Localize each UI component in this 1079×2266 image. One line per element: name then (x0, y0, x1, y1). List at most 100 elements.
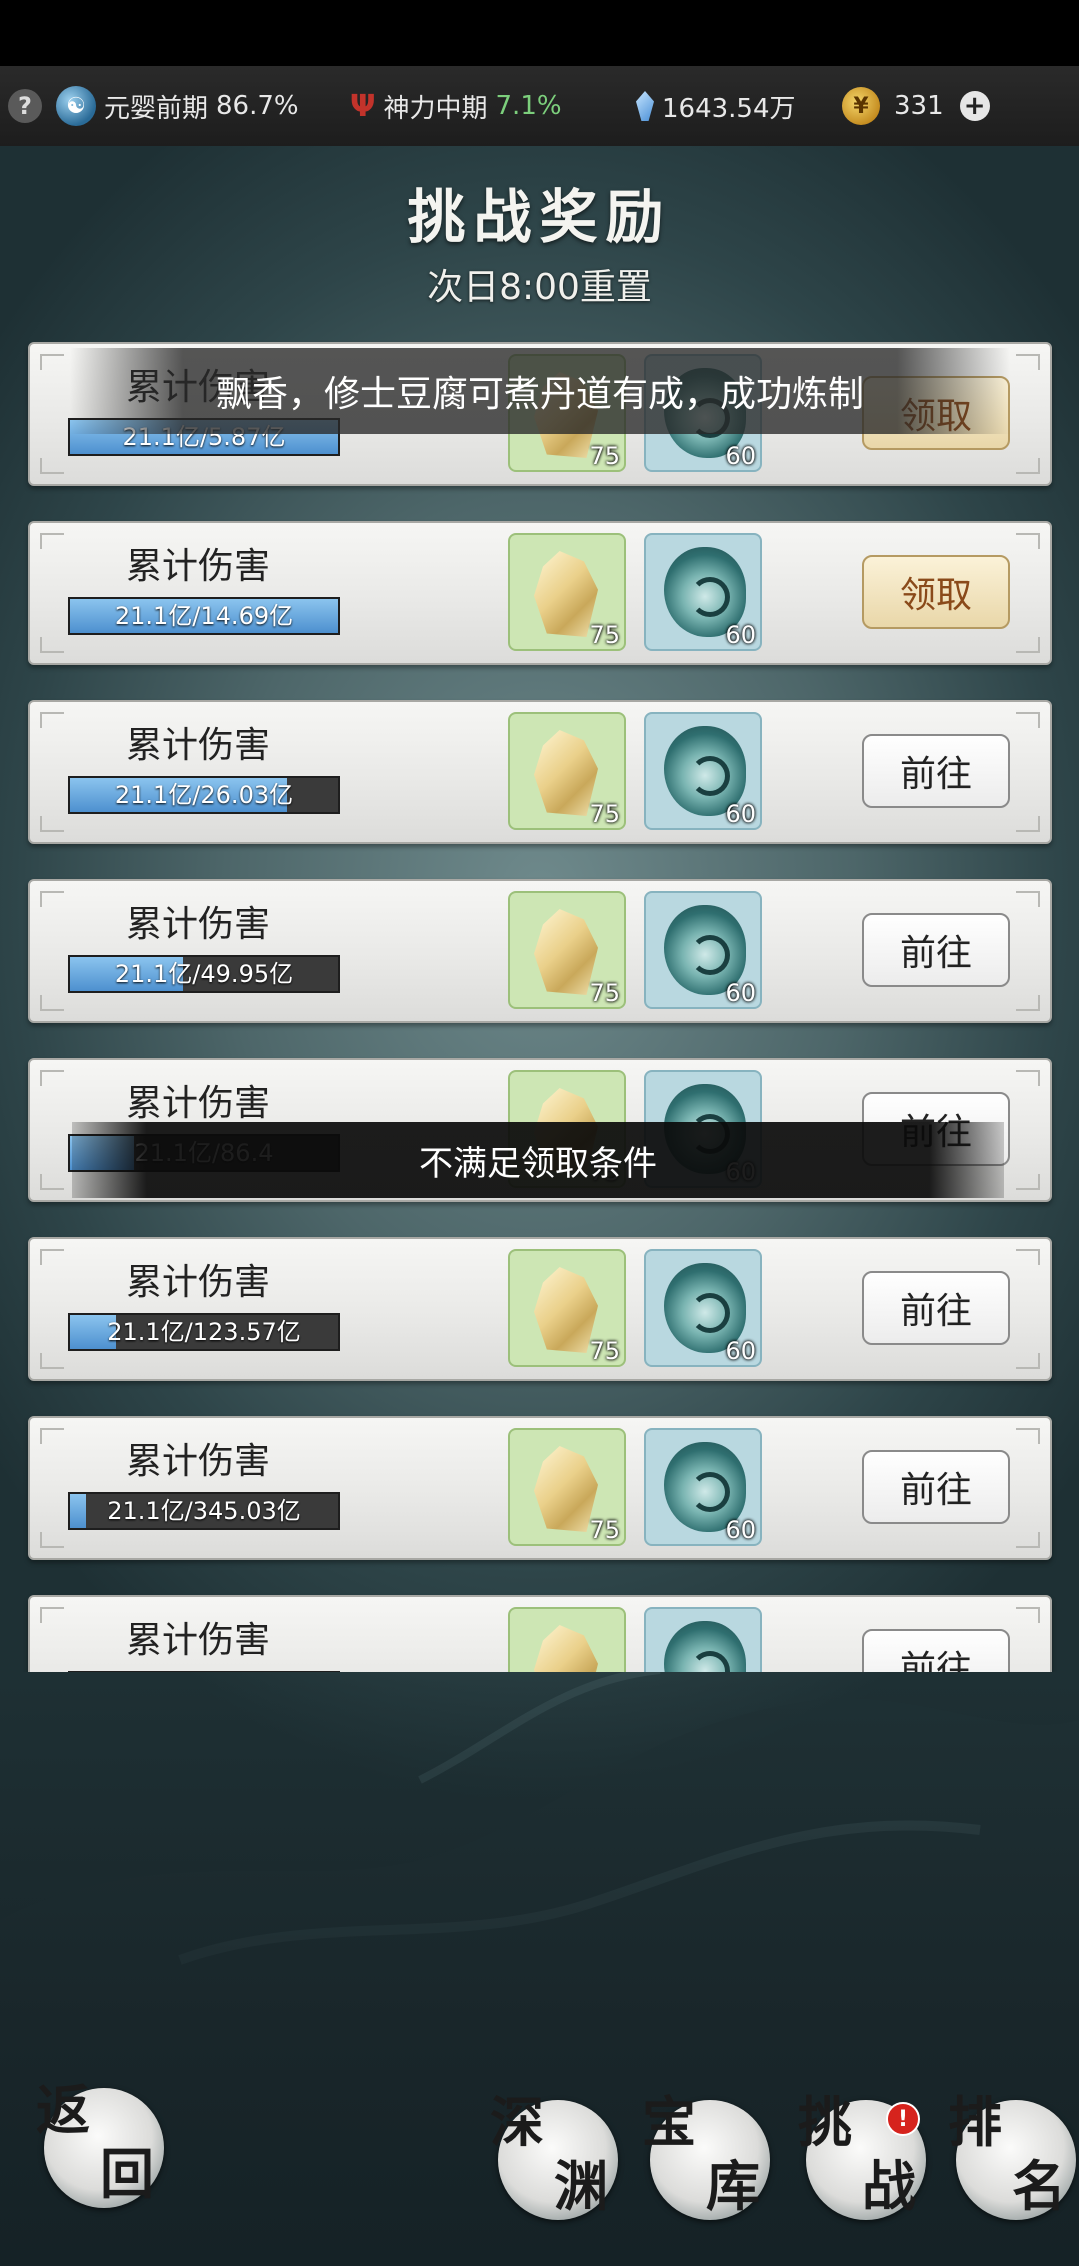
trident-icon: Ψ (350, 88, 376, 124)
spirit-stone-counter[interactable]: 1643.54万 (636, 86, 796, 126)
reward-row: 累计伤害 21.1亿/49.95亿 75 60 前往 (28, 879, 1052, 1023)
treasury-nav-button[interactable]: 宝 库 (642, 2090, 770, 2220)
reward-slot-crystal[interactable]: 75 (508, 533, 626, 651)
corner-ornament (40, 712, 64, 728)
jade-swirl-icon (664, 1621, 746, 1672)
damage-progress-bar (68, 1671, 340, 1672)
corner-ornament (1016, 712, 1040, 728)
abyss-nav-button[interactable]: 深 渊 (490, 2090, 618, 2220)
corner-ornament (1016, 891, 1040, 907)
reward-count: 75 (589, 621, 620, 649)
corner-ornament (40, 533, 64, 549)
corner-ornament (1016, 995, 1040, 1011)
reward-row: 累计伤害 21.1亿/14.69亿 75 60 领取 (28, 521, 1052, 665)
goto-button[interactable]: 前往 (862, 1271, 1010, 1345)
resource-bar: ? ☯ 元婴前期 86.7% Ψ 神力中期 7.1% 1643.54万 ¥ 33… (0, 66, 1079, 146)
damage-progress-bar: 21.1亿/345.03亿 (68, 1492, 340, 1530)
reward-slot-swirl[interactable]: 60 (644, 1428, 762, 1546)
reset-time-subtitle: 次日8:00重置 (427, 267, 652, 308)
corner-ornament (1016, 1070, 1040, 1086)
corner-ornament (1016, 533, 1040, 549)
gold-crystal-icon (534, 1625, 598, 1672)
corner-ornament (40, 1174, 64, 1190)
reward-count: 75 (589, 1516, 620, 1544)
reward-slot-crystal[interactable]: 75 (508, 1249, 626, 1367)
row-label: 累计伤害 (126, 1441, 271, 1482)
reward-slot-swirl[interactable]: 60 (644, 1249, 762, 1367)
damage-progress-bar: 21.1亿/26.03亿 (68, 776, 340, 814)
corner-ornament (1016, 1532, 1040, 1548)
divine-indicator[interactable]: Ψ 神力中期 7.1% (350, 86, 562, 126)
corner-ornament (1016, 1428, 1040, 1444)
crystal-icon (636, 91, 654, 121)
row-label: 累计伤害 (126, 904, 271, 945)
goto-button[interactable]: 前往 (862, 1450, 1010, 1524)
corner-ornament (40, 1353, 64, 1369)
corner-ornament (1016, 1607, 1040, 1623)
reward-row: 累计伤害 21.1亿/123.57亿 75 60 前往 (28, 1237, 1052, 1381)
reward-count: 75 (589, 800, 620, 828)
reward-count: 75 (589, 442, 620, 470)
row-label: 累计伤害 (126, 725, 271, 766)
goto-button[interactable]: 前往 (862, 913, 1010, 987)
gold-value: 331 (894, 91, 944, 121)
corner-ornament (1016, 637, 1040, 653)
corner-ornament (40, 995, 64, 1011)
progress-text: 21.1亿/26.03亿 (114, 781, 294, 809)
reward-count: 60 (725, 442, 756, 470)
damage-progress-bar: 21.1亿/14.69亿 (68, 597, 340, 635)
corner-ornament (40, 637, 64, 653)
corner-ornament (40, 1532, 64, 1548)
claim-button[interactable]: 领取 (862, 555, 1010, 629)
reward-slot-crystal[interactable]: 75 (508, 712, 626, 830)
realm-label: 元婴前期 (104, 93, 209, 124)
row-label: 累计伤害 (126, 1083, 271, 1124)
reward-slot-swirl[interactable] (644, 1607, 762, 1672)
reward-row: 累计伤害 前往 (28, 1595, 1052, 1672)
realm-percent: 86.7% (216, 91, 299, 121)
goto-button[interactable]: 前往 (862, 734, 1010, 808)
realm-indicator[interactable]: ☯ 元婴前期 86.7% (56, 86, 299, 126)
damage-progress-bar: 21.1亿/49.95亿 (68, 955, 340, 993)
ranking-nav-button[interactable]: 排 名 (948, 2090, 1076, 2220)
row-label: 累计伤害 (126, 1620, 271, 1661)
reward-row: 累计伤害 21.1亿/345.03亿 75 60 前往 (28, 1416, 1052, 1560)
divine-label: 神力中期 (383, 93, 488, 124)
condition-not-met-toast: 不满足领取条件 (72, 1122, 1004, 1198)
back-button[interactable]: 返 回 (36, 2078, 164, 2208)
reward-count: 60 (725, 800, 756, 828)
reward-list[interactable]: 累计伤害21.1亿/5.87亿7560领取累计伤害21.1亿/14.69亿756… (0, 330, 1079, 1672)
reward-count: 60 (725, 1337, 756, 1365)
corner-ornament (40, 354, 64, 370)
corner-ornament (40, 891, 64, 907)
reward-count: 75 (589, 1337, 620, 1365)
add-gold-plus-icon[interactable]: + (959, 91, 990, 121)
progress-text: 21.1亿/14.69亿 (114, 602, 294, 630)
corner-ornament (1016, 1249, 1040, 1265)
yinyang-icon: ☯ (56, 86, 96, 126)
reward-count: 75 (589, 979, 620, 1007)
reward-slot-swirl[interactable]: 60 (644, 712, 762, 830)
corner-ornament (40, 816, 64, 832)
reward-slot-crystal[interactable] (508, 1607, 626, 1672)
goto-button[interactable]: 前往 (862, 1629, 1010, 1672)
corner-ornament (40, 1428, 64, 1444)
gold-counter[interactable]: ¥ 331 + (842, 86, 990, 126)
reward-slot-swirl[interactable]: 60 (644, 891, 762, 1009)
reward-slot-swirl[interactable]: 60 (644, 533, 762, 651)
reward-count: 60 (725, 621, 756, 649)
scrolling-notice-toast: 飘香，修士豆腐可煮丹道有成，成功炼制 (70, 348, 1010, 434)
reward-slot-crystal[interactable]: 75 (508, 891, 626, 1009)
progress-text: 21.1亿/123.57亿 (107, 1318, 301, 1346)
progress-text: 21.1亿/49.95亿 (114, 960, 294, 988)
reward-slot-crystal[interactable]: 75 (508, 1428, 626, 1546)
row-label: 累计伤害 (126, 1262, 271, 1303)
challenge-alert-badge: ! (886, 2102, 920, 2136)
spirit-stone-value: 1643.54万 (662, 93, 796, 124)
coin-icon: ¥ (842, 87, 880, 125)
question-icon: ? (8, 89, 42, 123)
help-button[interactable]: ? (8, 86, 42, 126)
progress-text: 21.1亿/345.03亿 (107, 1497, 301, 1525)
corner-ornament (40, 1070, 64, 1086)
damage-progress-bar: 21.1亿/123.57亿 (68, 1313, 340, 1351)
